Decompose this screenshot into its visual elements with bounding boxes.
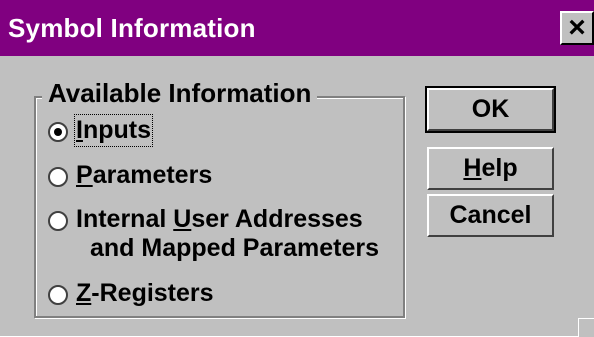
resize-grip[interactable] (578, 318, 594, 337)
radio-unselected-icon[interactable] (48, 167, 68, 187)
radio-z-registers[interactable]: Z-Registers (48, 279, 214, 308)
symbol-information-dialog: Symbol Information × Available Informati… (0, 0, 594, 337)
radio-internal-user-addresses[interactable]: Internal User Addresses and Mapped Param… (48, 205, 379, 263)
ok-button[interactable]: OK (425, 86, 556, 133)
title-bar: Symbol Information × (0, 0, 594, 56)
close-button[interactable]: × (560, 11, 594, 45)
radio-label-parameters: Parameters (76, 161, 213, 189)
window-title: Symbol Information (8, 13, 256, 43)
group-label: Available Information (42, 78, 318, 109)
help-button[interactable]: Help (427, 147, 554, 190)
close-icon: × (568, 11, 586, 44)
cancel-button[interactable]: Cancel (427, 194, 554, 237)
radio-unselected-icon[interactable] (48, 211, 68, 231)
radio-unselected-icon[interactable] (48, 285, 68, 305)
radio-inputs[interactable]: Inputs (48, 114, 153, 147)
radio-parameters[interactable]: Parameters (48, 161, 212, 190)
radio-selected-icon[interactable] (48, 122, 68, 142)
available-information-group: Available Information Inputs Parameters … (34, 78, 405, 318)
radio-label-internal-user-addresses: Internal User Addresses and Mapped Param… (76, 205, 379, 262)
radio-label-inputs: Inputs (74, 114, 153, 147)
dialog-body: Available Information Inputs Parameters … (0, 56, 594, 337)
radio-label-z-registers: Z-Registers (76, 279, 214, 307)
